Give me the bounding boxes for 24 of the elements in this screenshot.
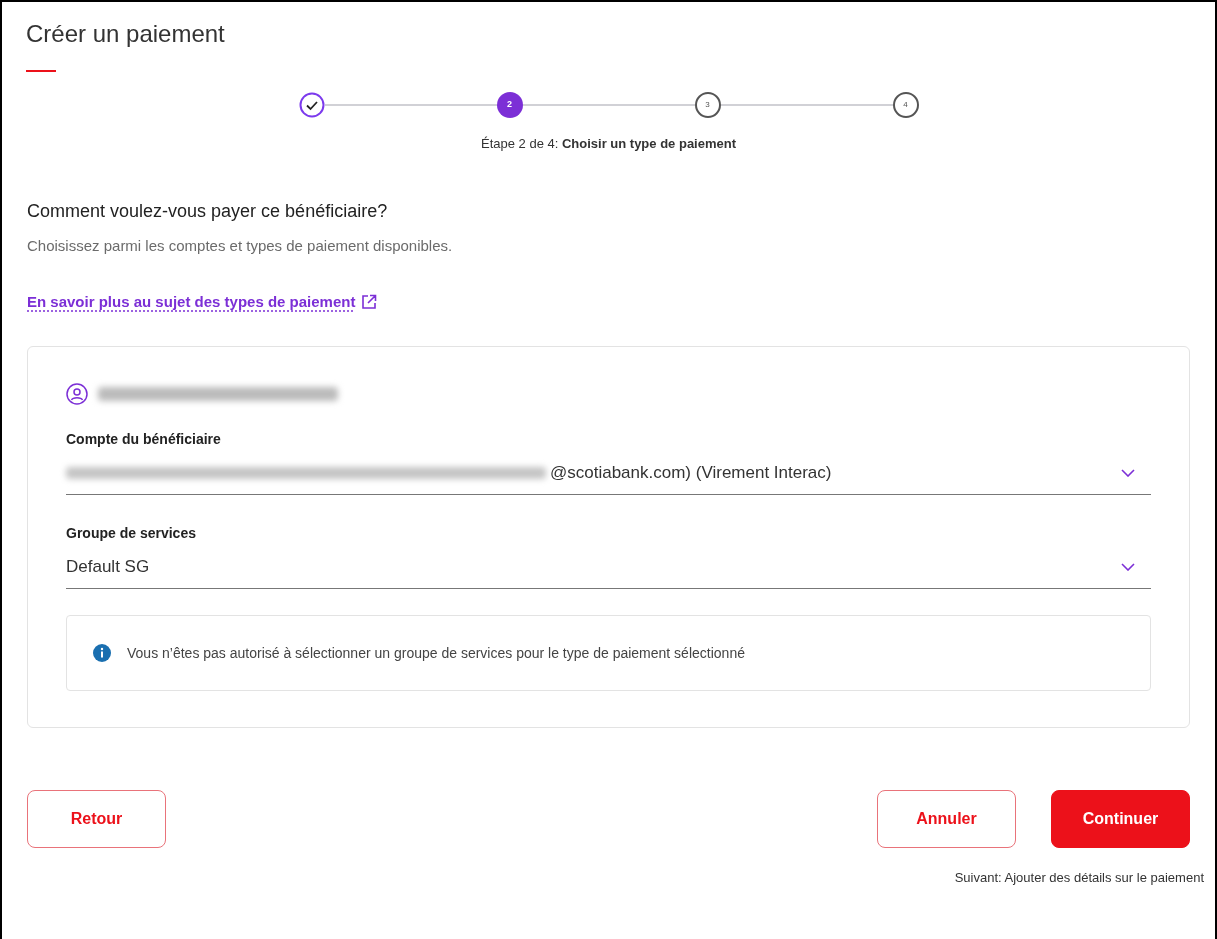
step-indicator: 4: [892, 92, 919, 118]
step-indicator: 2: [496, 92, 523, 118]
field-value: Default SG: [66, 555, 151, 578]
step-indicator: 3: [694, 92, 721, 118]
step-caption: Étape 2 de 4: Choisir un type de paiement: [480, 135, 736, 153]
chevron-down-icon: [1121, 562, 1135, 571]
next-step-hint: Suivant: Ajouter des détails sur le paiement: [954, 869, 1204, 887]
back-button[interactable]: Retour: [27, 790, 166, 848]
section-heading: Comment voulez-vous payer ce bénéficiaire?: [27, 199, 389, 223]
external-link-icon: [361, 294, 378, 311]
section-description: Choisissez parmi les comptes et types de paiement disponibles.: [27, 235, 454, 256]
payment-types-link[interactable]: En savoir plus au sujet des types de paiement: [27, 291, 378, 314]
select-field[interactable]: Default SG: [66, 545, 1151, 589]
field-label: Compte du bénéficiaire: [66, 431, 221, 447]
chevron-down-icon: [1121, 468, 1135, 477]
field-value: @scotiabank.com) (Virement Interac): [550, 461, 833, 484]
page-title: Créer un paiement: [26, 19, 226, 49]
notice-text: Vous n’êtes pas autorisé à sélectionner un groupe de services pour le type de paiement sélectionné: [127, 643, 745, 663]
select-field[interactable]: @scotiabank.com) (Virement Interac): [66, 451, 1151, 495]
person-icon: [66, 383, 88, 405]
cancel-button[interactable]: Annuler: [877, 790, 1016, 848]
field-label: Groupe de services: [66, 525, 196, 541]
info-icon: [93, 644, 111, 662]
continue-button[interactable]: Continuer: [1051, 790, 1190, 848]
